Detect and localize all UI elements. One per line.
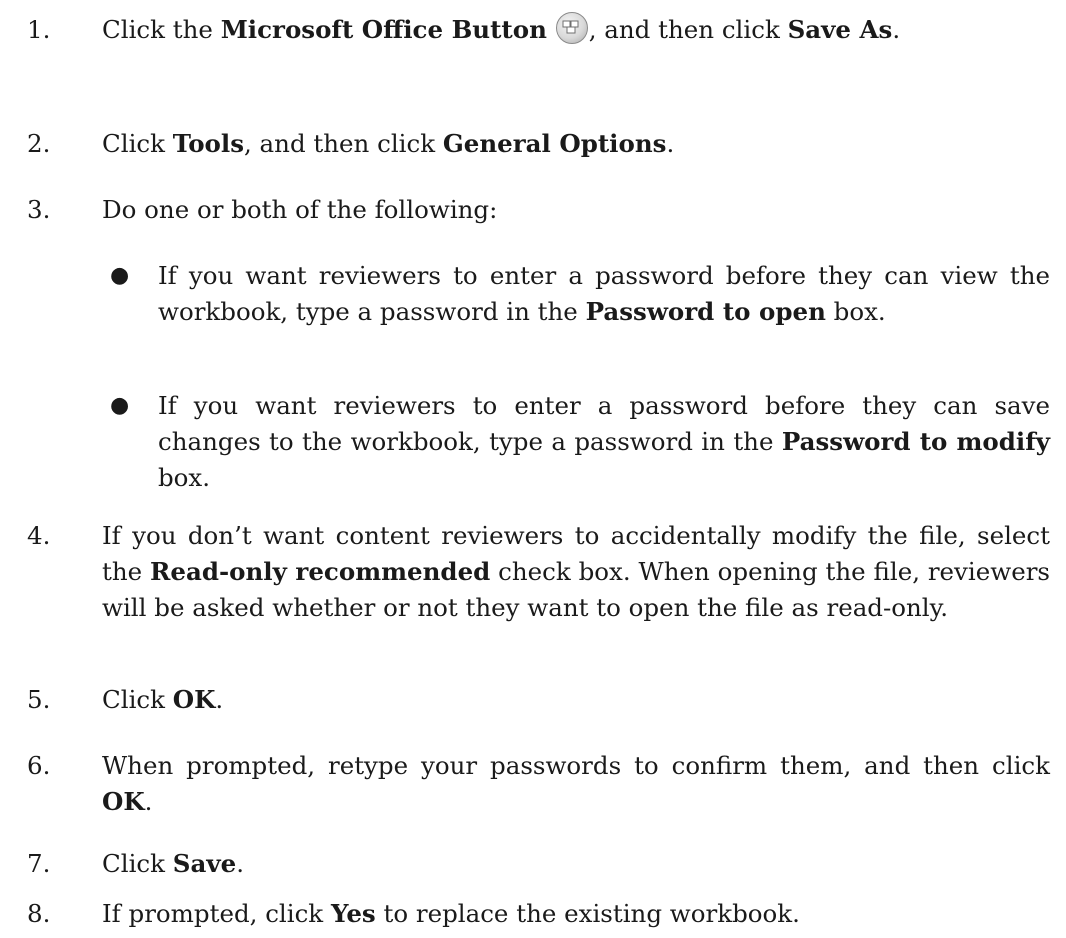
- bullet-icon: ●: [110, 263, 130, 288]
- bullet-text: If you want reviewers to enter a passwor…: [158, 261, 1050, 326]
- tools-label: Tools: [172, 129, 244, 158]
- step-number: 4.: [27, 521, 51, 550]
- microsoft-office-button-label: Microsoft Office Button: [220, 15, 547, 44]
- bullet-text: If you want reviewers to enter a passwor…: [158, 391, 1050, 492]
- step-text: Click Tools, and then click General Opti…: [102, 129, 675, 158]
- step-number: 1.: [27, 15, 51, 44]
- read-only-recommended-label: Read-only recommended: [150, 557, 491, 586]
- step-text: If prompted, click Yes to replace the ex…: [102, 899, 800, 928]
- step-number: 2.: [27, 129, 51, 158]
- step-number: 3.: [27, 195, 51, 224]
- step-number: 8.: [27, 899, 51, 928]
- password-to-open-label: Password to open: [585, 297, 826, 326]
- office-button-icon: [555, 12, 588, 44]
- general-options-label: General Options: [442, 129, 667, 158]
- password-to-modify-label: Password to modify: [781, 427, 1050, 456]
- step-text: Click OK.: [102, 685, 224, 714]
- step-number: 7.: [27, 849, 51, 878]
- step-text: Click Save.: [102, 849, 244, 878]
- step-text: When prompted, retype your passwords to …: [102, 751, 1050, 816]
- step-text: Click the Microsoft Office Button , and …: [102, 12, 1050, 48]
- save-as-label: Save As: [787, 15, 893, 44]
- ok-label: OK: [172, 685, 216, 714]
- bullet-icon: ●: [110, 393, 130, 418]
- ok-label: OK: [102, 787, 145, 816]
- step-number: 5.: [27, 685, 51, 714]
- step-number: 6.: [27, 751, 51, 780]
- yes-label: Yes: [330, 899, 376, 928]
- save-label: Save: [172, 849, 237, 878]
- step-text: Do one or both of the following:: [102, 195, 498, 224]
- step-text: If you don’t want content reviewers to a…: [102, 521, 1050, 622]
